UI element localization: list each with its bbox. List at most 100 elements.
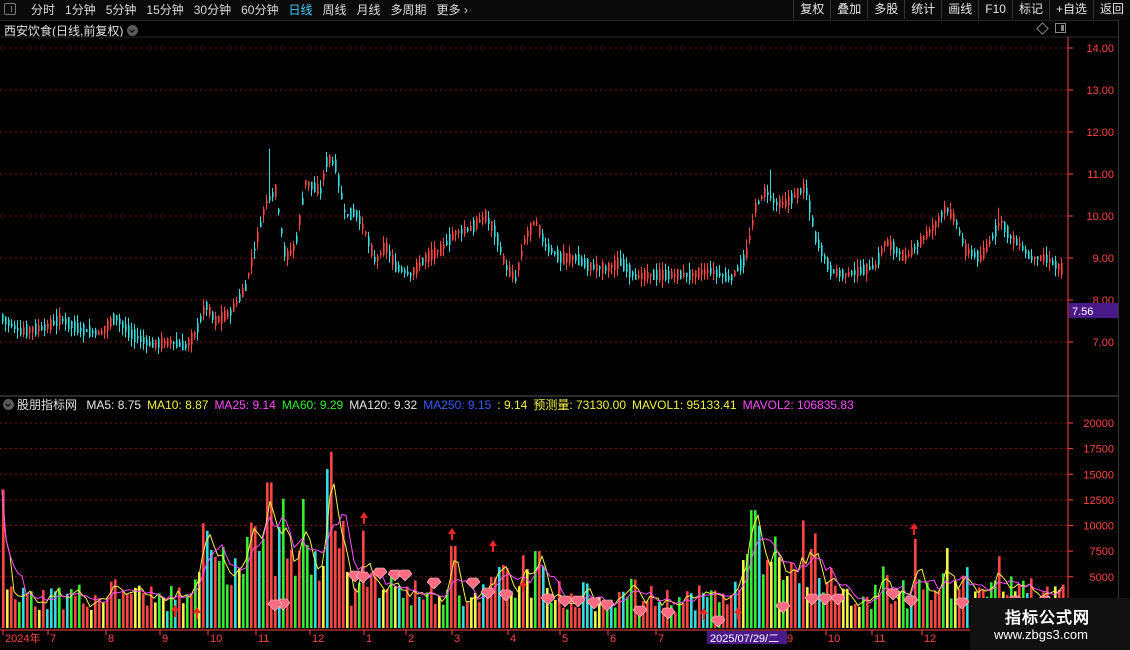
candle-body xyxy=(380,252,382,255)
candle-body xyxy=(704,269,706,275)
date-tick-label: 6 xyxy=(610,633,616,645)
volume-bar xyxy=(262,538,265,628)
candle-body xyxy=(1025,249,1027,255)
volume-bar xyxy=(654,606,657,628)
candle-body xyxy=(773,198,775,203)
volume-bar xyxy=(850,605,853,628)
candle-body xyxy=(677,269,679,281)
volume-tick-label: 10000 xyxy=(1083,521,1114,533)
candle-body xyxy=(722,274,724,277)
candle-body xyxy=(713,269,715,274)
chart-canvas[interactable]: 14.0013.0012.0011.0010.009.008.007.007.5… xyxy=(0,0,1130,650)
candle-body xyxy=(551,248,553,253)
candle-body xyxy=(572,255,574,261)
gem-marker xyxy=(397,569,413,582)
volume-bar xyxy=(438,595,441,628)
right-side-panel[interactable] xyxy=(1118,20,1130,650)
candle-body xyxy=(446,240,448,246)
candle-body xyxy=(449,234,451,246)
candle-body xyxy=(20,328,22,335)
candle-body xyxy=(338,174,340,187)
date-tick-label: 9 xyxy=(787,633,793,645)
candle-body xyxy=(296,235,298,243)
candle-body xyxy=(398,264,400,272)
candle-body xyxy=(233,303,235,312)
volume-bar xyxy=(794,569,797,628)
candle-body xyxy=(623,259,625,272)
volume-bar xyxy=(486,596,489,628)
volume-bar xyxy=(582,582,585,628)
volume-bar xyxy=(890,603,893,628)
volume-bar xyxy=(498,567,501,628)
candle-body xyxy=(275,184,277,197)
candle-body xyxy=(1061,262,1063,275)
candle-body xyxy=(884,241,886,247)
candle-body xyxy=(701,270,703,275)
volume-bar xyxy=(626,597,629,628)
volume-bar xyxy=(618,591,621,628)
volume-bar xyxy=(22,587,25,628)
candle-body xyxy=(542,233,544,243)
volume-bar xyxy=(518,586,521,628)
candle-body xyxy=(14,325,16,329)
volume-bar xyxy=(146,605,149,628)
candle-body xyxy=(467,227,469,232)
volume-bar xyxy=(530,597,533,628)
chevron-down-icon[interactable] xyxy=(3,399,14,410)
indicator-value-7: 预测量: 73130.00 xyxy=(533,398,627,412)
candle-body xyxy=(815,231,817,243)
price-tick-label: 9.00 xyxy=(1093,253,1114,265)
candle-body xyxy=(443,243,445,249)
candle-body xyxy=(800,188,802,194)
price-tick-label: 12.00 xyxy=(1086,127,1114,139)
candle-body xyxy=(323,173,325,180)
candle-body xyxy=(905,255,907,261)
volume-bar xyxy=(326,469,329,628)
volume-bar xyxy=(294,575,297,628)
volume-bar xyxy=(310,574,313,628)
volume-bar xyxy=(38,609,41,628)
candle-body xyxy=(320,187,322,194)
candle-body xyxy=(932,224,934,231)
indicator-bar: 股朋指标网 MA5: 8.75 MA10: 8.87 MA25: 9.14 MA60:… xyxy=(0,397,1070,413)
volume-bar xyxy=(30,591,33,628)
volume-bar xyxy=(882,566,885,628)
candle-body xyxy=(635,274,637,280)
volume-bar xyxy=(74,595,77,628)
candle-body xyxy=(911,247,913,255)
candle-body xyxy=(833,269,835,274)
candle-body xyxy=(569,253,571,263)
volume-bar xyxy=(306,545,309,628)
candle-body xyxy=(272,192,274,197)
candle-body xyxy=(887,239,889,247)
candle-body xyxy=(344,209,346,213)
candle-body xyxy=(785,199,787,208)
candle-body xyxy=(152,340,154,348)
volume-bar xyxy=(186,594,189,628)
candle-body xyxy=(758,200,760,205)
date-tick-label: 12 xyxy=(924,633,936,645)
volume-bar xyxy=(130,593,133,628)
date-tick-label: 9 xyxy=(162,633,168,645)
volume-bar xyxy=(426,592,429,628)
volume-bar xyxy=(474,592,477,628)
candle-body xyxy=(830,265,832,277)
price-tick-label: 11.00 xyxy=(1087,169,1114,181)
volume-bar xyxy=(50,588,53,628)
volume-tick-label: 20000 xyxy=(1083,418,1114,430)
candle-body xyxy=(842,269,844,279)
volume-bar xyxy=(82,603,85,628)
candle-body xyxy=(791,193,793,204)
indicator-value-2: MA25: 9.14 xyxy=(214,398,276,412)
candle-body xyxy=(479,219,481,223)
candle-body xyxy=(788,196,790,206)
candle-body xyxy=(944,205,946,214)
candle-body xyxy=(719,272,721,277)
candle-body xyxy=(539,225,541,236)
current-price-label: 7.56 xyxy=(1072,306,1093,318)
candle-body xyxy=(341,192,343,199)
candle-body xyxy=(437,250,439,253)
candle-body xyxy=(167,338,169,347)
volume-bar xyxy=(646,600,649,628)
indicator-name[interactable]: 股朋指标网 xyxy=(17,398,77,412)
